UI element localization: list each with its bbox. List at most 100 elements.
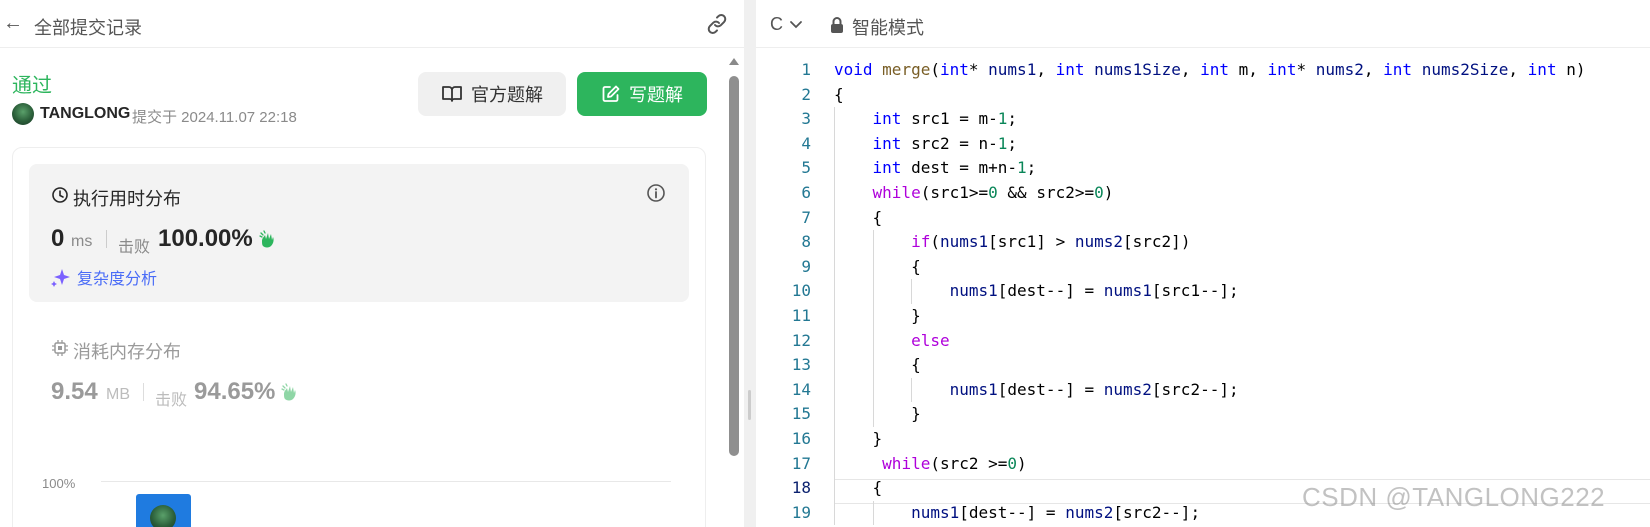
code-line[interactable]: 9 { bbox=[756, 255, 1650, 280]
panel-divider[interactable] bbox=[744, 0, 756, 527]
lock-icon bbox=[830, 16, 844, 34]
info-icon[interactable] bbox=[646, 183, 666, 203]
code-line[interactable]: 14 nums1[dest--] = nums2[src2--]; bbox=[756, 378, 1650, 403]
write-solution-label: 写题解 bbox=[629, 85, 683, 105]
line-number: 1 bbox=[801, 60, 811, 79]
resize-handle[interactable] bbox=[748, 390, 751, 420]
complexity-analysis-label: 复杂度分析 bbox=[77, 271, 158, 288]
code-text: int dest = m+n-1; bbox=[872, 158, 1037, 178]
line-number: 4 bbox=[801, 133, 811, 153]
write-solution-button[interactable]: 写题解 bbox=[577, 72, 707, 116]
chip-icon bbox=[51, 339, 69, 357]
code-text: nums1[dest--] = nums2[src2--]; bbox=[911, 502, 1201, 522]
code-line[interactable]: 8 if(nums1[src1] > nums2[src2]) bbox=[756, 230, 1650, 255]
memory-beat-pct: 94.65% bbox=[194, 378, 276, 405]
code-line[interactable]: 5 int dest = m+n-1; bbox=[756, 156, 1650, 181]
code-line[interactable]: 16 } bbox=[756, 427, 1650, 452]
indent-guide bbox=[872, 500, 874, 526]
line-number: 10 bbox=[791, 281, 811, 301]
code-text: while(src1>=0 && src2>=0) bbox=[872, 183, 1114, 202]
code-text: } bbox=[834, 404, 921, 424]
share-link-icon[interactable] bbox=[704, 12, 730, 36]
code-line[interactable]: 2{ bbox=[756, 83, 1650, 108]
submission-header: ← 全部提交记录 bbox=[0, 0, 744, 48]
complexity-analysis-link[interactable]: 复杂度分析 bbox=[51, 265, 157, 289]
editor-mode-label[interactable]: 智能模式 bbox=[852, 14, 924, 40]
language-label: C bbox=[770, 14, 783, 34]
user-avatar[interactable] bbox=[12, 103, 34, 125]
code-text: { bbox=[834, 207, 883, 227]
line-number: 8 bbox=[801, 232, 811, 252]
language-selector[interactable]: C bbox=[770, 14, 803, 35]
code-line[interactable]: 3 int src1 = m-1; bbox=[756, 107, 1650, 132]
memory-title[interactable]: 消耗内存分布 bbox=[73, 338, 181, 364]
code-line[interactable]: 10 nums1[dest--] = nums1[src1--]; bbox=[756, 279, 1650, 304]
code-line[interactable]: 7 { bbox=[756, 206, 1650, 231]
code-text: } bbox=[834, 429, 883, 448]
line-number: 7 bbox=[801, 207, 811, 227]
memory-beat-label: 击败 bbox=[155, 392, 188, 409]
runtime-beat-label: 击败 bbox=[118, 239, 151, 256]
indent-guide bbox=[872, 230, 874, 427]
line-number: 12 bbox=[791, 330, 811, 350]
code-text: void merge(int* nums1, int nums1Size, in… bbox=[834, 60, 1586, 79]
runtime-separator bbox=[106, 230, 107, 248]
code-line[interactable]: 11 } bbox=[756, 304, 1650, 329]
code-text: { bbox=[834, 256, 921, 276]
chart-gridline bbox=[101, 481, 671, 482]
book-icon bbox=[442, 86, 462, 102]
sparkle-icon bbox=[51, 269, 70, 287]
line-number: 19 bbox=[791, 502, 811, 522]
code-line[interactable]: 13 { bbox=[756, 353, 1650, 378]
code-text: else bbox=[911, 330, 950, 350]
back-arrow-icon[interactable]: ← bbox=[2, 12, 24, 34]
runtime-value: 0 bbox=[51, 225, 65, 252]
code-line[interactable]: 17 while(src2 >=0) bbox=[756, 452, 1650, 477]
code-line[interactable]: 6 while(src1>=0 && src2>=0) bbox=[756, 181, 1650, 206]
scrollbar-thumb[interactable] bbox=[729, 76, 739, 456]
code-text: nums1[dest--] = nums1[src1--]; bbox=[949, 281, 1239, 301]
line-number: 9 bbox=[801, 256, 811, 276]
line-number: 15 bbox=[791, 404, 811, 424]
all-submissions-title[interactable]: 全部提交记录 bbox=[34, 14, 142, 40]
watermark-text: CSDN @TANGLONG222 bbox=[1302, 482, 1606, 512]
line-number: 17 bbox=[791, 453, 811, 473]
code-text: } bbox=[834, 306, 921, 325]
line-number: 13 bbox=[791, 355, 811, 375]
code-line[interactable]: 15 } bbox=[756, 402, 1650, 427]
code-text: { bbox=[834, 478, 883, 498]
code-line[interactable]: 1 void merge(int* nums1, int nums1Size, i… bbox=[756, 58, 1650, 83]
edit-icon bbox=[602, 85, 620, 102]
line-number: 6 bbox=[801, 183, 811, 202]
memory-value: 9.54 bbox=[51, 378, 98, 405]
runtime-title: 执行用时分布 bbox=[73, 189, 181, 209]
line-number: 16 bbox=[791, 429, 811, 448]
indent-guide bbox=[911, 377, 913, 403]
code-text: int src2 = n-1; bbox=[872, 133, 1018, 153]
code-text: int src1 = m-1; bbox=[872, 109, 1018, 129]
code-line[interactable]: 12 else bbox=[756, 329, 1650, 354]
code-line[interactable]: 4 int src2 = n-1; bbox=[756, 132, 1650, 157]
username[interactable]: TANGLONG bbox=[40, 105, 130, 123]
scroll-up-arrow[interactable] bbox=[729, 58, 739, 65]
line-number: 2 bbox=[801, 84, 811, 104]
runtime-unit: ms bbox=[71, 233, 93, 250]
submission-panel: ← 全部提交记录 通过 TANGLONG 提交于 2024.11.07 22:1… bbox=[0, 0, 744, 527]
app-root: ← 全部提交记录 通过 TANGLONG 提交于 2024.11.07 22:1… bbox=[0, 0, 1650, 527]
clap-hands-icon bbox=[280, 383, 300, 403]
clap-hands-icon bbox=[258, 230, 278, 250]
official-solution-button[interactable]: 官方题解 bbox=[418, 72, 566, 116]
code-text: { bbox=[834, 84, 844, 104]
code-text: { bbox=[834, 355, 921, 375]
code-text: if(nums1[src1] > nums2[src2]) bbox=[911, 232, 1191, 252]
code-area[interactable]: 1 void merge(int* nums1, int nums1Size, i… bbox=[756, 58, 1650, 527]
submission-status: 通过 bbox=[12, 75, 52, 97]
chart-axis-label-100: 100% bbox=[42, 476, 76, 491]
line-number: 3 bbox=[801, 109, 811, 129]
clock-icon bbox=[51, 186, 69, 204]
chevron-down-icon bbox=[790, 20, 802, 28]
memory-separator bbox=[143, 383, 144, 401]
line-number: 18 bbox=[791, 478, 811, 498]
line-number: 14 bbox=[791, 379, 811, 399]
line-number: 11 bbox=[791, 306, 811, 325]
